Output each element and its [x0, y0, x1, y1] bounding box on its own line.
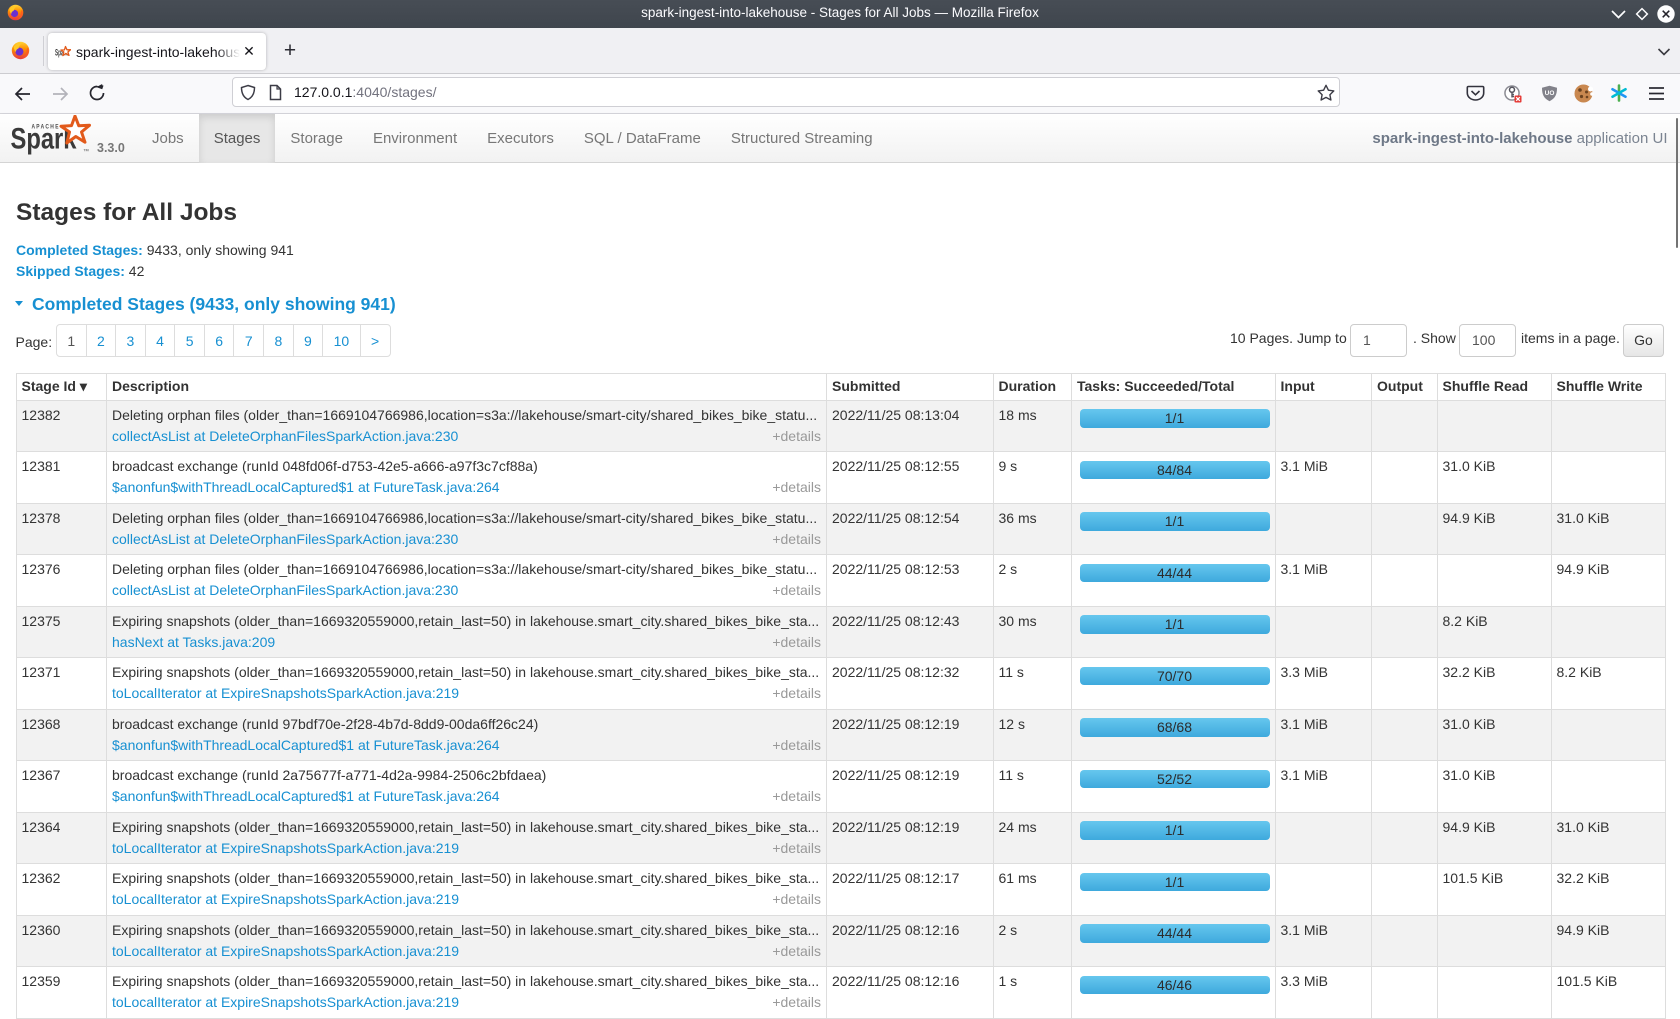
svg-text:UO: UO — [1545, 90, 1555, 97]
svg-text:™: ™ — [83, 148, 89, 155]
